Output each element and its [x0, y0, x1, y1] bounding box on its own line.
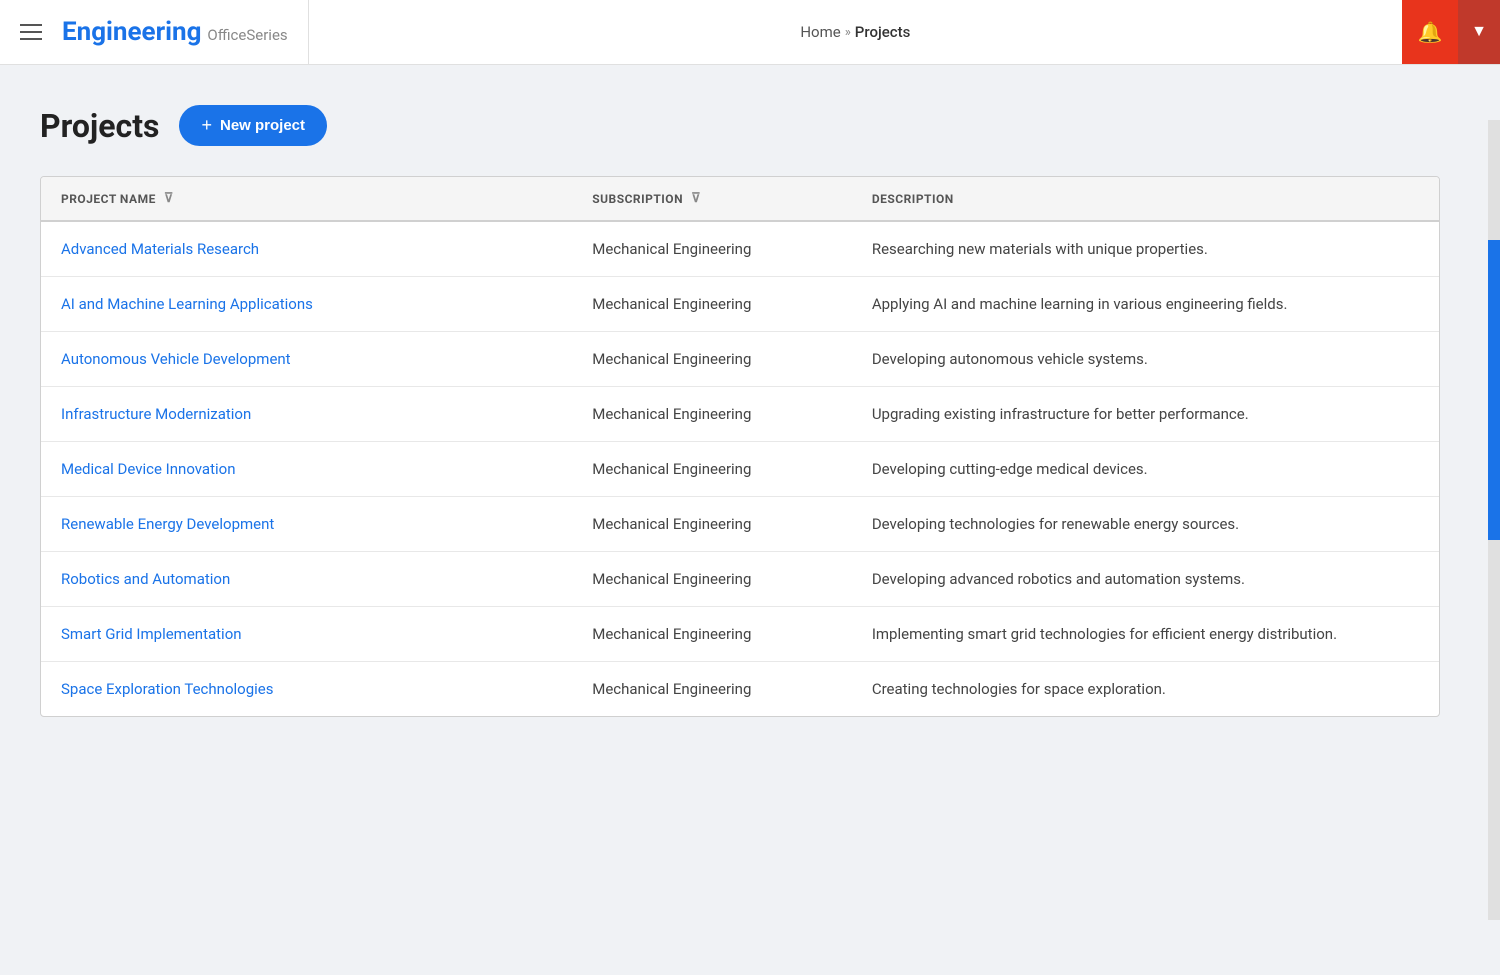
project-name-cell: Infrastructure Modernization: [41, 387, 572, 442]
projects-table: PROJECT NAME ⊽ SUBSCRIPTION ⊽ DESCRIPTIO…: [41, 177, 1439, 716]
table-body: Advanced Materials Research Mechanical En…: [41, 221, 1439, 716]
project-name-cell: Robotics and Automation: [41, 552, 572, 607]
project-name-link[interactable]: Medical Device Innovation: [61, 460, 235, 478]
project-name-link[interactable]: Space Exploration Technologies: [61, 680, 273, 698]
chevron-down-icon: ▼: [1471, 23, 1487, 41]
page-title: Projects: [40, 107, 159, 145]
table-row: Advanced Materials Research Mechanical En…: [41, 221, 1439, 277]
nav-current-page: Projects: [855, 23, 911, 41]
project-name-link[interactable]: Renewable Energy Development: [61, 515, 274, 533]
notifications-bell-button[interactable]: 🔔: [1402, 0, 1458, 64]
project-name-link[interactable]: Smart Grid Implementation: [61, 625, 242, 643]
table-header-row: PROJECT NAME ⊽ SUBSCRIPTION ⊽ DESCRIPTIO…: [41, 177, 1439, 221]
description-cell: Developing technologies for renewable en…: [852, 497, 1439, 552]
subscription-cell: Mechanical Engineering: [572, 387, 852, 442]
bell-icon: 🔔: [1418, 20, 1443, 45]
project-name-link[interactable]: Autonomous Vehicle Development: [61, 350, 291, 368]
project-name-cell: Advanced Materials Research: [41, 221, 572, 277]
col-header-project-name: PROJECT NAME ⊽: [41, 177, 572, 221]
subscription-cell: Mechanical Engineering: [572, 552, 852, 607]
project-name-cell: Medical Device Innovation: [41, 442, 572, 497]
nav-separator: »: [845, 25, 851, 40]
description-cell: Implementing smart grid technologies for…: [852, 607, 1439, 662]
app-title: Engineering OfficeSeries: [62, 17, 288, 47]
project-name-link[interactable]: Infrastructure Modernization: [61, 405, 251, 423]
table-row: Robotics and Automation Mechanical Engine…: [41, 552, 1439, 607]
subscription-cell: Mechanical Engineering: [572, 332, 852, 387]
col-header-subscription: SUBSCRIPTION ⊽: [572, 177, 852, 221]
project-name-cell: Smart Grid Implementation: [41, 607, 572, 662]
project-name-cell: Space Exploration Technologies: [41, 662, 572, 717]
col-label-description: DESCRIPTION: [872, 192, 954, 206]
new-project-button[interactable]: + New project: [179, 105, 327, 146]
hamburger-line-1: [20, 24, 42, 26]
main-content: Projects + New project PROJECT NAME ⊽: [0, 65, 1500, 757]
app-title-engineering: Engineering: [62, 17, 201, 47]
project-name-cell: AI and Machine Learning Applications: [41, 277, 572, 332]
app-header: Engineering OfficeSeries Home » Projects…: [0, 0, 1500, 65]
subscription-cell: Mechanical Engineering: [572, 221, 852, 277]
col-header-description: DESCRIPTION: [852, 177, 1439, 221]
table-row: Space Exploration Technologies Mechanical…: [41, 662, 1439, 717]
col-label-subscription: SUBSCRIPTION: [592, 192, 683, 206]
table-row: Smart Grid Implementation Mechanical Engi…: [41, 607, 1439, 662]
table-row: AI and Machine Learning Applications Mech…: [41, 277, 1439, 332]
table-row: Renewable Energy Development Mechanical E…: [41, 497, 1439, 552]
header-right-actions: 🔔 ▼: [1402, 0, 1500, 64]
hamburger-line-3: [20, 38, 42, 40]
subscription-cell: Mechanical Engineering: [572, 662, 852, 717]
project-name-cell: Renewable Energy Development: [41, 497, 572, 552]
hamburger-line-2: [20, 31, 42, 33]
project-name-cell: Autonomous Vehicle Development: [41, 332, 572, 387]
new-project-label: New project: [220, 117, 305, 134]
app-title-officeseries: OfficeSeries: [207, 26, 287, 44]
filter-icon-subscription[interactable]: ⊽: [691, 191, 701, 206]
subscription-cell: Mechanical Engineering: [572, 277, 852, 332]
description-cell: Applying AI and machine learning in vari…: [852, 277, 1439, 332]
description-cell: Developing advanced robotics and automat…: [852, 552, 1439, 607]
hamburger-menu-button[interactable]: [16, 20, 46, 44]
description-cell: Researching new materials with unique pr…: [852, 221, 1439, 277]
page-header: Projects + New project: [40, 105, 1460, 146]
description-cell: Developing autonomous vehicle systems.: [852, 332, 1439, 387]
table-header: PROJECT NAME ⊽ SUBSCRIPTION ⊽ DESCRIPTIO…: [41, 177, 1439, 221]
table-row: Infrastructure Modernization Mechanical E…: [41, 387, 1439, 442]
project-name-link[interactable]: AI and Machine Learning Applications: [61, 295, 313, 313]
description-cell: Creating technologies for space explorat…: [852, 662, 1439, 717]
projects-table-container: PROJECT NAME ⊽ SUBSCRIPTION ⊽ DESCRIPTIO…: [40, 176, 1440, 717]
table-row: Autonomous Vehicle Development Mechanical…: [41, 332, 1439, 387]
description-cell: Upgrading existing infrastructure for be…: [852, 387, 1439, 442]
plus-icon: +: [201, 115, 212, 136]
col-label-project-name: PROJECT NAME: [61, 192, 156, 206]
filter-icon-project-name[interactable]: ⊽: [164, 191, 174, 206]
project-name-link[interactable]: Advanced Materials Research: [61, 240, 259, 258]
breadcrumb-nav: Home » Projects: [309, 23, 1402, 41]
subscription-cell: Mechanical Engineering: [572, 497, 852, 552]
user-dropdown-button[interactable]: ▼: [1458, 0, 1500, 64]
project-name-link[interactable]: Robotics and Automation: [61, 570, 230, 588]
subscription-cell: Mechanical Engineering: [572, 442, 852, 497]
header-left: Engineering OfficeSeries: [0, 0, 309, 64]
nav-home-link[interactable]: Home: [800, 23, 840, 41]
subscription-cell: Mechanical Engineering: [572, 607, 852, 662]
table-row: Medical Device Innovation Mechanical Engi…: [41, 442, 1439, 497]
description-cell: Developing cutting-edge medical devices.: [852, 442, 1439, 497]
